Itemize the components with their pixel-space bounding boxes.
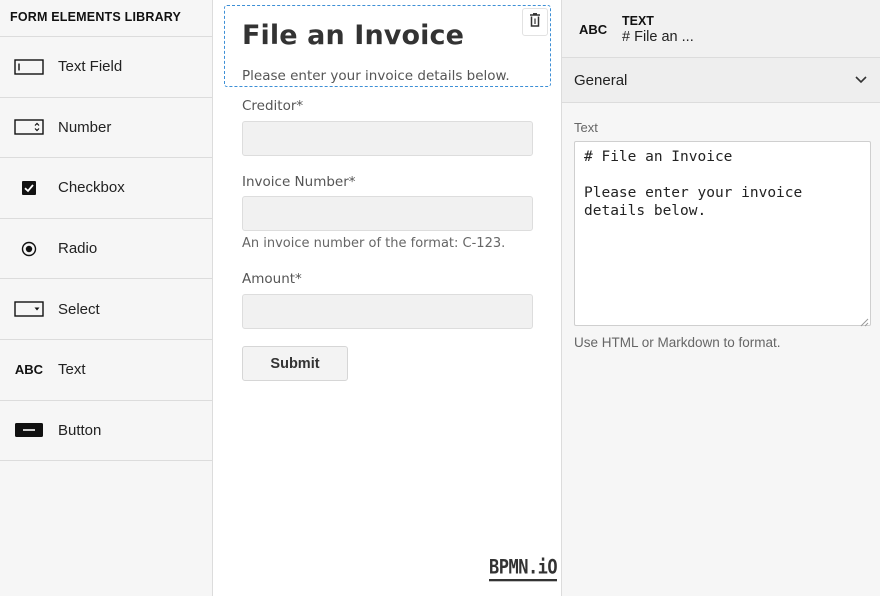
palette-item-text[interactable]: ABC Text bbox=[0, 340, 212, 401]
creditor-input[interactable] bbox=[242, 121, 533, 156]
text-type-icon: ABC bbox=[579, 22, 608, 37]
text-property-label: Text bbox=[574, 120, 598, 135]
palette-item-label: Number bbox=[58, 118, 112, 136]
element-type-value: # File an ... bbox=[622, 29, 694, 45]
palette-item-number[interactable]: Number bbox=[0, 98, 212, 159]
properties-panel: ABC TEXT # File an ... General Text # Fi… bbox=[562, 0, 880, 596]
form-elements-palette: FORM ELEMENTS LIBRARY Text Field Number … bbox=[0, 0, 213, 596]
palette-item-label: Select bbox=[58, 300, 100, 318]
palette-header: FORM ELEMENTS LIBRARY bbox=[0, 0, 212, 37]
palette-item-label: Radio bbox=[58, 240, 98, 258]
invoice-number-description: An invoice number of the format: C-123. bbox=[242, 236, 506, 251]
textfield-icon bbox=[0, 59, 58, 75]
palette-item-checkbox[interactable]: Checkbox bbox=[0, 158, 212, 219]
palette-item-select[interactable]: Select bbox=[0, 279, 212, 340]
creditor-label: Creditor* bbox=[242, 98, 304, 114]
invoice-number-label: Invoice Number* bbox=[242, 174, 356, 190]
radio-icon bbox=[0, 241, 58, 257]
invoice-number-input[interactable] bbox=[242, 196, 533, 231]
delete-element-button[interactable] bbox=[522, 8, 548, 36]
general-group-header[interactable]: General bbox=[562, 58, 880, 103]
general-group-title: General bbox=[574, 72, 628, 89]
amount-label: Amount* bbox=[242, 271, 302, 287]
palette-item-label: Checkbox bbox=[58, 179, 125, 197]
palette-item-label: Text bbox=[58, 361, 86, 379]
button-icon bbox=[0, 422, 58, 438]
chevron-down-icon bbox=[854, 72, 868, 91]
submit-button[interactable]: Submit bbox=[242, 346, 348, 381]
palette-item-label: Text Field bbox=[58, 58, 123, 76]
trash-icon bbox=[529, 12, 541, 32]
bpmn-io-logo[interactable]: BPMN.iO bbox=[489, 556, 558, 582]
select-icon bbox=[0, 301, 58, 317]
palette-item-button[interactable]: Button bbox=[0, 401, 212, 462]
palette-item-radio[interactable]: Radio bbox=[0, 219, 212, 280]
form-canvas: File an Invoice Please enter your invoic… bbox=[213, 0, 562, 596]
text-property-textarea[interactable]: # File an Invoice Please enter your invo… bbox=[574, 141, 871, 326]
number-icon bbox=[0, 119, 58, 136]
text-icon: ABC bbox=[14, 362, 44, 378]
text-property-hint: Use HTML or Markdown to format. bbox=[574, 335, 781, 350]
checkbox-icon bbox=[0, 180, 58, 195]
properties-header: ABC TEXT # File an ... bbox=[562, 0, 880, 58]
palette-item-text-field[interactable]: Text Field bbox=[0, 37, 212, 98]
form-intro-text: Please enter your invoice details below. bbox=[242, 68, 510, 84]
amount-input[interactable] bbox=[242, 294, 533, 329]
element-type-name: TEXT bbox=[622, 14, 654, 28]
selected-text-element[interactable]: File an Invoice Please enter your invoic… bbox=[224, 5, 551, 87]
form-heading: File an Invoice bbox=[242, 20, 464, 51]
resize-handle-icon[interactable] bbox=[860, 314, 869, 332]
palette-item-label: Button bbox=[58, 421, 102, 439]
